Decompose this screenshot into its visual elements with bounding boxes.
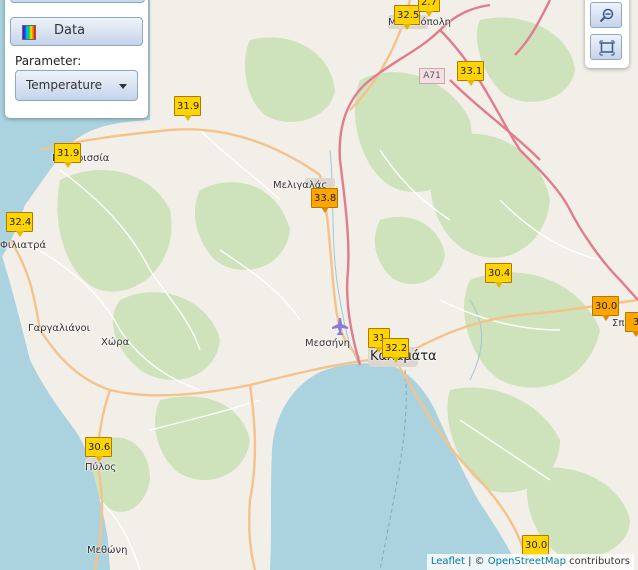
chevron-down-icon xyxy=(119,84,127,89)
zoom-extent-button[interactable] xyxy=(590,34,622,60)
temperature-marker[interactable]: 33.8 xyxy=(311,188,338,213)
attribution-contributors: contributors xyxy=(566,556,630,567)
temperature-marker[interactable]: 2.7 xyxy=(418,0,440,17)
temperature-marker[interactable]: 30.6 xyxy=(85,437,112,462)
attribution-separator: | © xyxy=(464,556,488,567)
zoom-out-button[interactable] xyxy=(590,2,622,28)
place-methoni: Μεθώνη xyxy=(87,545,128,556)
temperature-marker[interactable]: 3 xyxy=(625,312,638,337)
temperature-marker[interactable]: 32.5 xyxy=(394,5,420,30)
road-shield-a71: A71 xyxy=(419,68,445,84)
map[interactable]: Μεγαλόπολη Κυπαρισσία Φιλιατρά Μελιγαλάς… xyxy=(0,0,638,570)
zoom-out-icon xyxy=(599,8,614,23)
temperature-marker[interactable]: 30.0 xyxy=(522,535,549,560)
color-scale-icon xyxy=(22,25,36,40)
panel-collapsed-section[interactable]: ☜ xyxy=(10,0,145,3)
temperature-marker[interactable]: 31.9 xyxy=(54,143,81,168)
map-attribution: Leaflet | © OpenStreetMap contributors xyxy=(426,554,634,570)
parameter-label: Parameter: xyxy=(15,54,82,68)
data-button-label: Data xyxy=(54,23,86,38)
openstreetmap-link[interactable]: OpenStreetMap xyxy=(488,556,566,567)
temperature-marker[interactable]: 33.1 xyxy=(457,61,484,86)
place-sparti-partial: Σπ xyxy=(612,318,625,329)
place-chora: Χώρα xyxy=(101,337,130,348)
parameter-select[interactable]: Temperature xyxy=(15,70,138,101)
hand-icon: ☜ xyxy=(129,0,138,1)
leaflet-link[interactable]: Leaflet xyxy=(431,556,465,567)
temperature-marker[interactable]: 32.2 xyxy=(382,338,409,363)
temperature-marker[interactable]: 30.4 xyxy=(485,263,512,288)
temperature-marker[interactable]: 31.9 xyxy=(174,96,201,121)
data-panel: ☜ Data Parameter: Temperature xyxy=(5,0,148,118)
parameter-select-value: Temperature xyxy=(26,78,103,92)
fit-extent-icon xyxy=(599,40,615,56)
temperature-marker[interactable]: 32.4 xyxy=(6,212,33,237)
place-gargalianoi: Γαργαλιάνοι xyxy=(28,323,91,334)
place-filiatra: Φιλιατρά xyxy=(0,240,47,251)
temperature-marker[interactable]: 30.0 xyxy=(592,296,619,321)
place-messini: Μεσσήνη xyxy=(305,338,350,349)
zoom-controls xyxy=(585,0,629,68)
place-pylos: Πύλος xyxy=(85,462,117,473)
data-button[interactable]: Data xyxy=(10,17,143,46)
